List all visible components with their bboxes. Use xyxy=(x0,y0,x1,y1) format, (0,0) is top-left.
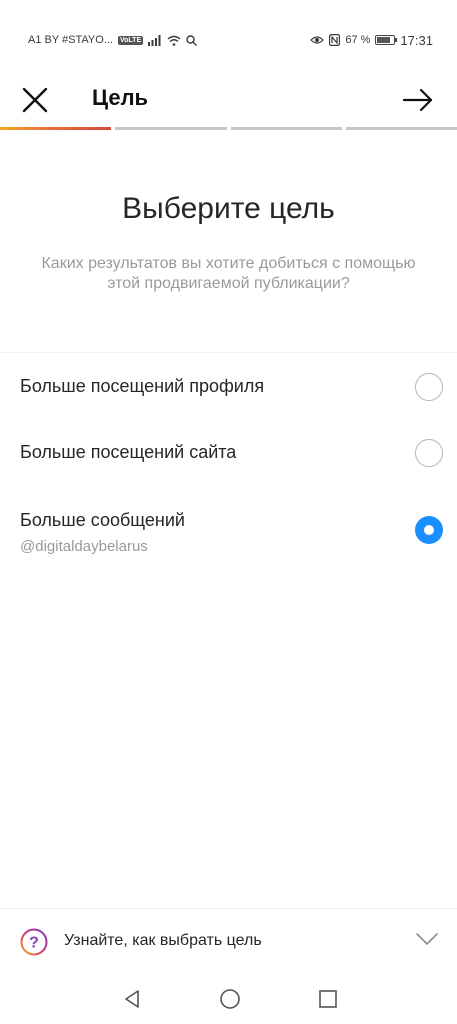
volte-badge: VoLTE xyxy=(117,35,144,45)
radio-button[interactable] xyxy=(415,439,443,467)
system-nav-bar xyxy=(0,975,457,1024)
arrow-right-icon xyxy=(402,88,433,112)
status-time: 17:31 xyxy=(400,32,433,48)
section-title: Выберите цель xyxy=(122,192,335,225)
battery-icon xyxy=(375,35,398,45)
step-progress xyxy=(0,127,457,131)
option-label: Больше посещений профиля xyxy=(20,376,265,396)
progress-segment-2 xyxy=(115,127,227,130)
chevron-down-icon xyxy=(416,933,438,945)
wifi-icon xyxy=(167,35,181,46)
nav-back-button[interactable] xyxy=(120,987,144,1011)
goal-option-messages[interactable]: Больше сообщений @digitaldaybelarus xyxy=(0,498,457,568)
goal-option-profile-visits[interactable]: Больше посещений профиля xyxy=(0,358,457,418)
question-circle-icon: ? xyxy=(20,928,48,956)
header: Цель xyxy=(0,80,457,126)
help-how-to-choose-goal[interactable]: ? Узнайте, как выбрать цель xyxy=(0,909,457,975)
nav-recents-button[interactable] xyxy=(316,987,340,1011)
close-button[interactable] xyxy=(18,83,52,117)
option-label: Больше посещений сайта xyxy=(20,442,237,462)
carrier-name: A1 BY #STAYO... xyxy=(28,34,113,46)
search-icon xyxy=(186,34,198,46)
radio-button[interactable] xyxy=(415,373,443,401)
back-triangle-icon xyxy=(125,990,139,1008)
progress-segment-4 xyxy=(345,127,457,130)
nfc-icon xyxy=(329,34,341,46)
section-subtitle: Каких результатов вы хотите добиться с п… xyxy=(41,255,416,292)
divider xyxy=(0,352,457,353)
svg-text:?: ? xyxy=(29,935,39,952)
status-bar-left: A1 BY #STAYO... VoLTE xyxy=(28,34,198,46)
goal-option-website-visits[interactable]: Больше посещений сайта xyxy=(0,424,457,484)
next-button[interactable] xyxy=(401,83,435,117)
recents-square-icon xyxy=(319,990,337,1008)
option-label: Больше сообщений xyxy=(20,510,185,530)
status-bar-right: 67 % 17:31 xyxy=(310,33,433,48)
status-bar: A1 BY #STAYO... VoLTE 67 % 17:31 xyxy=(0,0,457,80)
signal-icon xyxy=(148,34,161,46)
option-account-handle: @digitaldaybelarus xyxy=(20,538,148,555)
progress-segment-3 xyxy=(230,127,342,130)
home-circle-icon xyxy=(220,989,240,1009)
battery-percent: 67 % xyxy=(345,34,371,46)
nav-home-button[interactable] xyxy=(218,987,242,1011)
page-title: Цель xyxy=(92,85,149,110)
battery-fill xyxy=(377,37,390,43)
radio-button-selected[interactable] xyxy=(415,516,443,544)
progress-segment-1 xyxy=(0,127,112,130)
help-text: Узнайте, как выбрать цель xyxy=(64,932,262,949)
eye-icon xyxy=(310,36,325,44)
close-icon xyxy=(22,87,48,113)
